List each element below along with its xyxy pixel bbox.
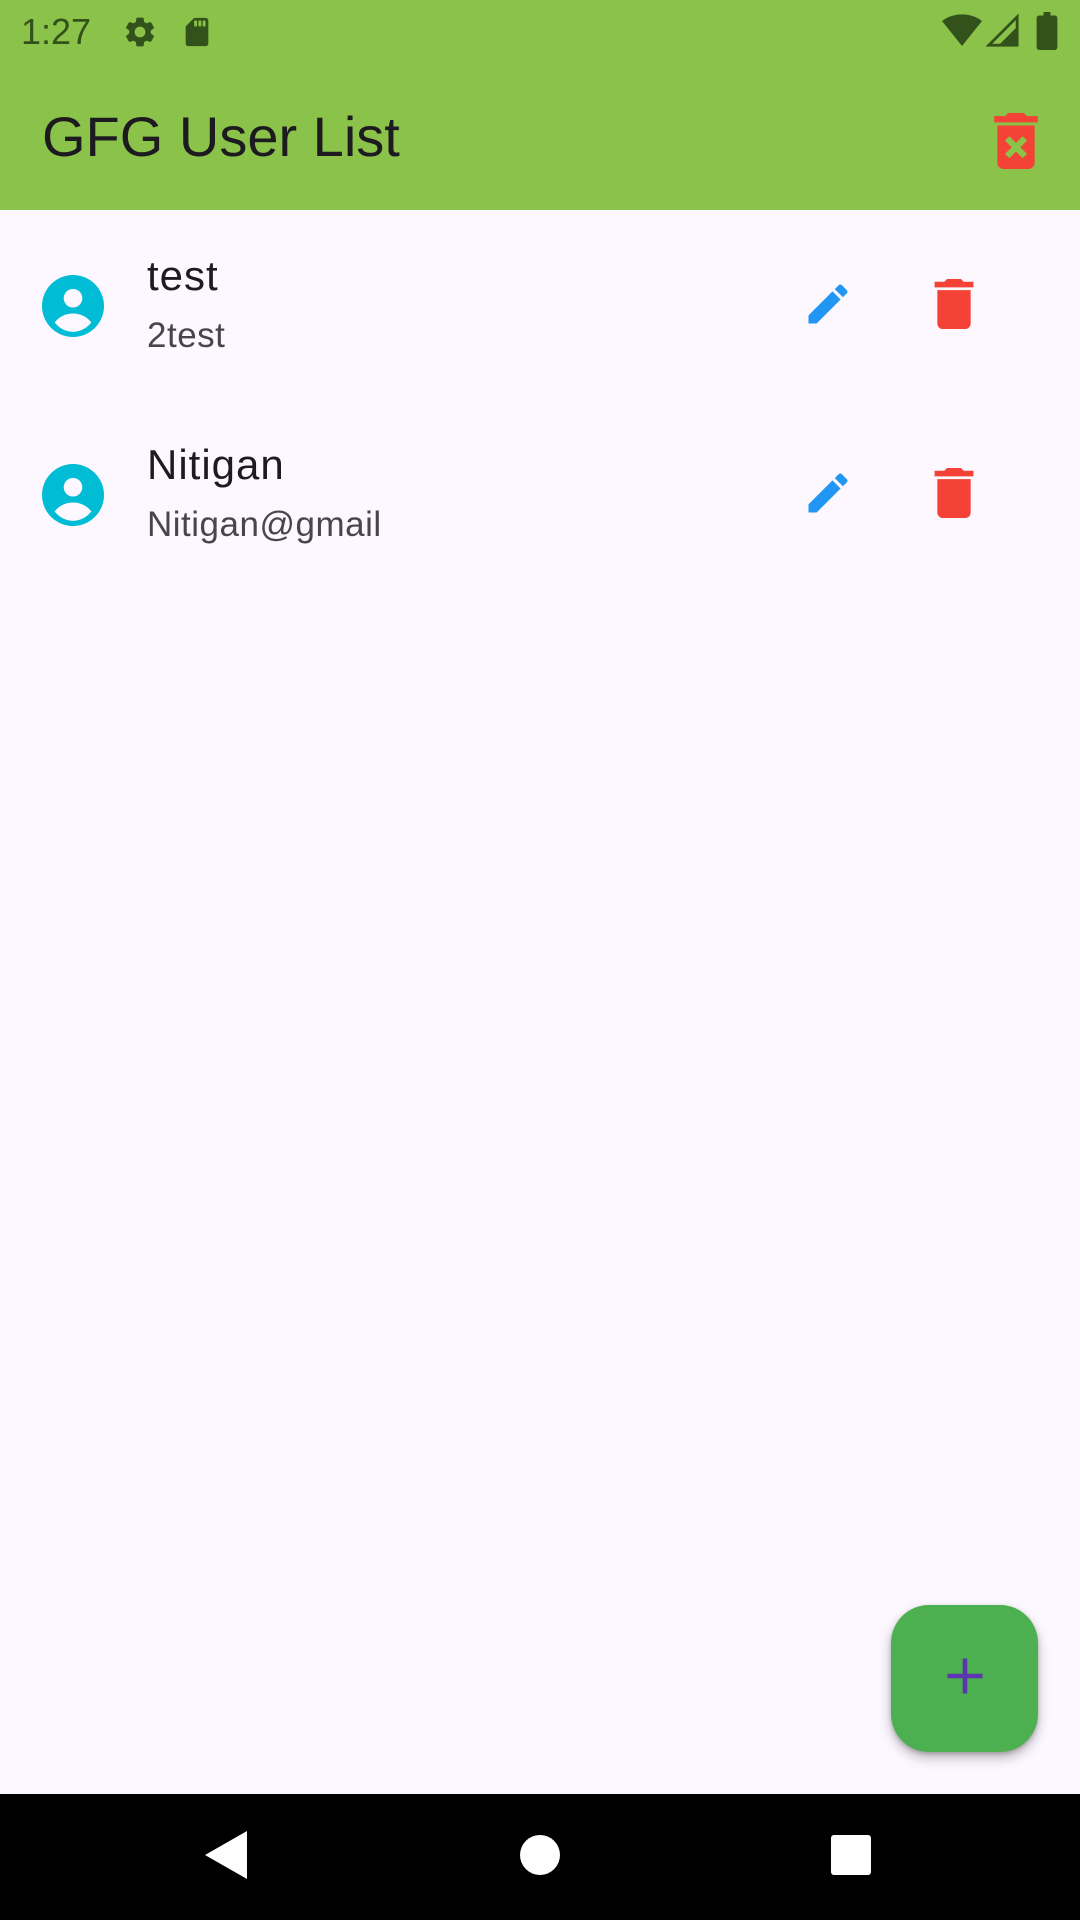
edit-user-button[interactable] [786, 453, 870, 537]
delete-icon [934, 467, 974, 523]
add-icon [944, 1655, 986, 1702]
battery-icon [1036, 12, 1058, 55]
recents-button[interactable] [806, 1814, 896, 1900]
delete-user-button[interactable] [912, 453, 996, 537]
user-list: test 2test Nitigan Nitigan@gmail [0, 210, 1080, 588]
edit-user-button[interactable] [786, 264, 870, 348]
user-name: test [147, 252, 219, 299]
delete-user-button[interactable] [912, 264, 996, 348]
list-item[interactable]: Nitigan Nitigan@gmail [0, 399, 1080, 588]
delete-icon [934, 278, 974, 334]
delete-forever-icon [992, 112, 1040, 174]
app-bar: GFG User List [0, 63, 1080, 210]
wifi-icon [942, 14, 982, 53]
sd-card-icon [180, 14, 214, 55]
status-time: 1:27 [21, 11, 92, 52]
status-bar: 1:27 [0, 0, 1080, 63]
list-item[interactable]: test 2test [0, 210, 1080, 399]
edit-icon [802, 467, 854, 524]
back-button[interactable] [181, 1814, 271, 1900]
user-email: 2test [147, 316, 226, 355]
account-circle-icon [42, 464, 104, 526]
recents-icon [831, 1834, 871, 1880]
screen: 1:27 GFG User List test 2test Nitigan Ni… [0, 0, 1080, 1920]
settings-icon [122, 14, 158, 55]
edit-icon [802, 278, 854, 335]
user-email: Nitigan@gmail [147, 505, 382, 544]
home-button[interactable] [495, 1814, 585, 1900]
user-name: Nitigan [147, 441, 285, 488]
nav-bar [0, 1794, 1080, 1920]
add-user-button[interactable] [891, 1605, 1038, 1752]
signal-icon [985, 13, 1020, 53]
home-icon [520, 1834, 560, 1880]
back-icon [205, 1830, 247, 1884]
app-title: GFG User List [42, 105, 400, 168]
account-circle-icon [42, 275, 104, 337]
delete-all-button[interactable] [974, 101, 1058, 185]
